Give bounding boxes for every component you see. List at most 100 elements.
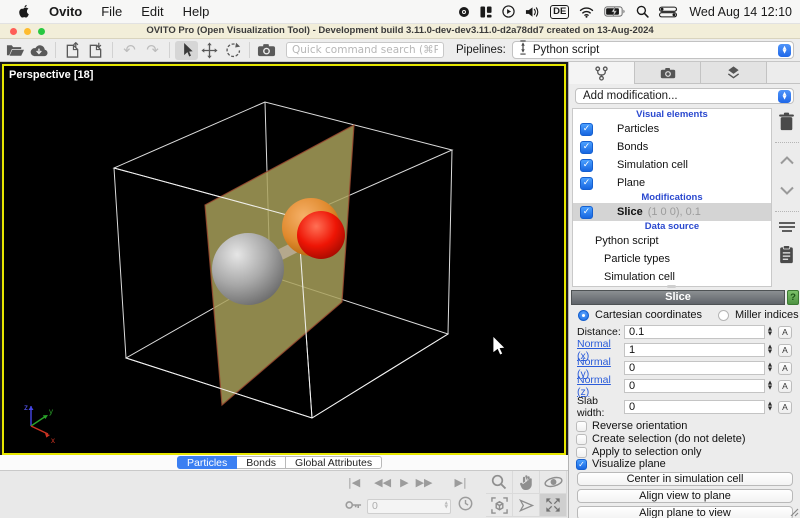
list-item-plane[interactable]: Plane — [573, 174, 771, 192]
particle-gray[interactable] — [212, 233, 284, 305]
apply-to-selection-row[interactable]: Apply to selection only — [576, 446, 701, 458]
viewport-caption[interactable]: Perspective [18] — [9, 69, 93, 81]
pan-tool-button[interactable] — [513, 471, 540, 494]
move-modifier-down-button[interactable] — [779, 182, 795, 200]
slab-width-animate-button[interactable]: A — [778, 401, 792, 414]
fast-forward-button[interactable]: ▶▶ — [416, 476, 433, 489]
frame-number-field[interactable] — [367, 499, 451, 514]
rotate-mode-button[interactable] — [221, 41, 244, 60]
zoom-scene-extents-button[interactable] — [486, 494, 513, 517]
close-window-button[interactable] — [10, 28, 17, 35]
bonds-visibility-checkbox[interactable] — [580, 141, 593, 154]
step-back-button[interactable]: ◀◀ — [374, 476, 391, 489]
normal-y-input[interactable] — [624, 361, 765, 375]
import-remote-file-button[interactable] — [27, 41, 50, 60]
simulation-cell-visibility-checkbox[interactable] — [580, 159, 593, 172]
particle-red[interactable] — [297, 211, 345, 259]
menu-help[interactable]: Help — [183, 4, 210, 19]
distance-spinner-icon[interactable] — [765, 325, 775, 339]
zoom-window-button[interactable] — [38, 28, 45, 35]
add-modification-stepper-icon[interactable] — [778, 90, 791, 103]
play-button[interactable]: ▶ — [400, 476, 408, 489]
align-plane-to-view-button[interactable]: Align plane to view — [577, 506, 793, 518]
particles-visibility-checkbox[interactable] — [580, 123, 593, 136]
frame-number-input[interactable] — [368, 500, 436, 512]
minimize-window-button[interactable] — [24, 28, 31, 35]
control-center-icon[interactable] — [659, 6, 677, 18]
miller-indices-radio[interactable] — [718, 310, 729, 321]
battery-icon[interactable] — [604, 6, 626, 17]
move-modifier-up-button[interactable] — [779, 152, 795, 170]
list-item-python-script[interactable]: Python script — [573, 232, 771, 250]
open-file-button[interactable] — [4, 41, 27, 60]
add-modification-dropdown[interactable]: Add modification... — [575, 88, 794, 104]
redo-button[interactable]: ↷ — [141, 41, 164, 60]
import-file-button[interactable] — [84, 41, 107, 60]
cartesian-coordinates-radio[interactable] — [578, 310, 589, 321]
frame-spinner-icon[interactable] — [445, 502, 448, 510]
normal-y-animate-button[interactable]: A — [778, 362, 792, 375]
status-circle-icon[interactable] — [458, 6, 470, 18]
list-resize-grip[interactable] — [667, 285, 676, 288]
menubar-clock[interactable]: Wed Aug 14 12:10 — [689, 5, 792, 19]
miller-indices-label[interactable]: Miller indices — [735, 309, 799, 321]
list-item-simulation-cell-source[interactable]: Simulation cell — [573, 268, 771, 286]
cartesian-coordinates-label[interactable]: Cartesian coordinates — [595, 309, 702, 321]
normal-y-spinner-icon[interactable] — [765, 361, 775, 375]
pick-orbit-center-button[interactable] — [513, 494, 540, 517]
visualize-plane-checkbox[interactable] — [576, 459, 587, 470]
skip-to-start-button[interactable]: |◀ — [348, 476, 360, 489]
reverse-orientation-row[interactable]: Reverse orientation — [576, 420, 687, 432]
media-playback-icon[interactable] — [502, 5, 515, 18]
animation-settings-clock-icon[interactable] — [458, 496, 473, 516]
list-item-simulation-cell[interactable]: Simulation cell — [573, 156, 771, 174]
quick-command-search-input[interactable] — [286, 42, 444, 58]
list-item-slice-modifier[interactable]: Slice(1 0 0), 0.1 — [573, 203, 771, 221]
normal-x-animate-button[interactable]: A — [778, 344, 792, 357]
normal-z-animate-button[interactable]: A — [778, 380, 792, 393]
normal-x-spinner-icon[interactable] — [765, 343, 775, 357]
zoom-tool-button[interactable] — [486, 471, 513, 494]
spotlight-search-icon[interactable] — [636, 5, 649, 18]
undo-button[interactable]: ↶ — [118, 41, 141, 60]
normal-z-input[interactable] — [624, 379, 765, 393]
copy-pipeline-clipboard-button[interactable] — [779, 245, 794, 269]
reverse-orientation-checkbox[interactable] — [576, 421, 587, 432]
key-icon[interactable] — [345, 497, 362, 515]
export-file-button[interactable] — [61, 41, 84, 60]
slice-help-button[interactable]: ? — [787, 290, 799, 305]
menu-edit[interactable]: Edit — [141, 4, 163, 19]
delete-modifier-button[interactable] — [778, 112, 795, 136]
pipeline-selector-stepper-icon[interactable] — [778, 44, 791, 57]
list-item-bonds[interactable]: Bonds — [573, 138, 771, 156]
tab-render-settings[interactable] — [635, 62, 701, 84]
distance-animate-button[interactable]: A — [778, 326, 792, 339]
viewport-perspective[interactable]: Perspective [18] — [2, 64, 566, 455]
maximize-viewport-button[interactable] — [540, 494, 567, 517]
render-camera-button[interactable] — [255, 41, 278, 60]
align-view-to-plane-button[interactable]: Align view to plane — [577, 489, 793, 503]
tab-global-attributes[interactable]: Global Attributes — [286, 456, 382, 469]
slab-width-spinner-icon[interactable] — [765, 400, 775, 414]
wifi-icon[interactable] — [579, 6, 594, 18]
app-switcher-icon[interactable] — [480, 6, 492, 18]
volume-icon[interactable] — [525, 6, 540, 18]
apply-to-selection-checkbox[interactable] — [576, 447, 587, 458]
window-resize-grip[interactable] — [789, 507, 799, 517]
visualize-plane-row[interactable]: Visualize plane — [576, 458, 666, 470]
move-mode-button[interactable] — [198, 41, 221, 60]
list-item-particles[interactable]: Particles — [573, 120, 771, 138]
keyboard-layout-badge[interactable]: DE — [550, 5, 569, 19]
toggle-modifier-list-icon[interactable] — [778, 220, 796, 238]
create-selection-row[interactable]: Create selection (do not delete) — [576, 433, 745, 445]
create-selection-checkbox[interactable] — [576, 434, 587, 445]
slice-enabled-checkbox[interactable] — [580, 206, 593, 219]
select-mode-button[interactable] — [175, 41, 198, 60]
menu-file[interactable]: File — [101, 4, 122, 19]
orbit-tool-button[interactable] — [540, 471, 567, 494]
normal-z-spinner-icon[interactable] — [765, 379, 775, 393]
apple-menu-icon[interactable] — [17, 4, 30, 19]
tab-pipeline-editor[interactable] — [569, 62, 635, 84]
distance-input[interactable] — [624, 325, 765, 339]
pipeline-selector[interactable]: Python script — [512, 41, 794, 59]
